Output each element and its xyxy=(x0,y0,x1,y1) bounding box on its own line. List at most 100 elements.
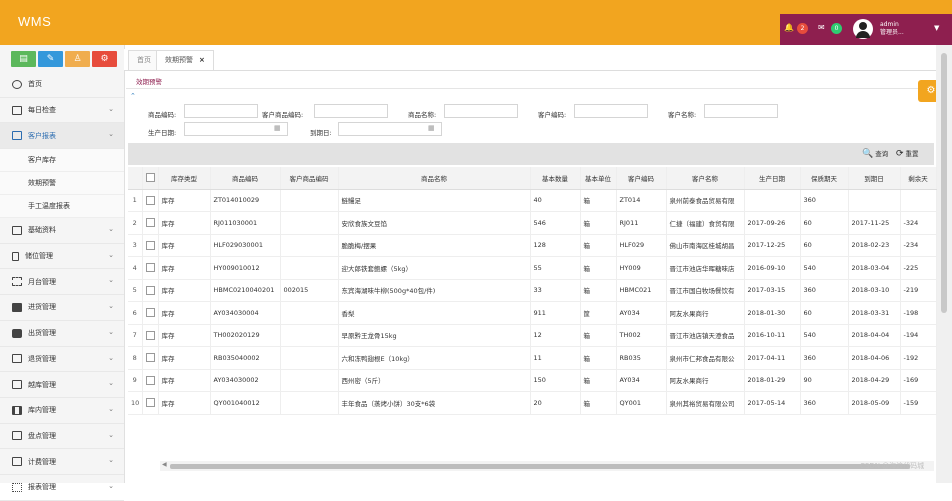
table-row[interactable]: 10 库存 QY001040012 丰年食品（蒸烤小饼）30支*6袋 20 箱 QY001 泉… xyxy=(128,391,937,415)
row-select[interactable] xyxy=(142,234,159,257)
scroll-left-icon[interactable]: ◀ xyxy=(162,461,167,468)
prod-date-input[interactable] xyxy=(184,122,288,136)
table-row[interactable]: 1 库存 ZT014010029 鲢鳗足 40 箱 ZT014 泉州前泰食品贸易有限 360 xyxy=(128,189,937,212)
row-checkbox[interactable] xyxy=(145,240,155,250)
col-header[interactable]: 基本单位 xyxy=(580,167,617,190)
col-header-select[interactable] xyxy=(142,167,159,190)
sidebar-item-daily-check[interactable]: 每日检查 ⌄ xyxy=(0,98,124,124)
col-header[interactable]: 基本数量 xyxy=(530,167,581,190)
goods-name-input[interactable] xyxy=(444,104,518,118)
messages-button[interactable]: ✉ 0 xyxy=(818,23,842,37)
sidebar-item-outbound[interactable]: 出货管理 ⌄ xyxy=(0,321,124,347)
select-all-checkbox[interactable] xyxy=(145,173,155,183)
table-row[interactable]: 2 库存 RJ011030001 安欣食族文豆馅 546 箱 RJ011 仁捷（福建）食贸有限… xyxy=(128,211,937,235)
expire-date-input[interactable] xyxy=(338,122,442,136)
table-row[interactable]: 3 库存 HLF029030001 脆脆梅/摆果 128 箱 HLF029 佛山市南海区桂城胡… xyxy=(128,234,937,257)
sidebar-item-crossdock[interactable]: 越库管理 ⌄ xyxy=(0,372,124,398)
watermark: CSDN @海浪代码城 xyxy=(860,462,925,470)
user-menu[interactable]: admin 管理员... xyxy=(880,21,904,37)
chevron-down-icon[interactable]: ▼ xyxy=(934,24,939,32)
row-checkbox[interactable] xyxy=(145,285,155,295)
sidebar-item-stocktake[interactable]: 盘点管理 ⌄ xyxy=(0,424,124,450)
horizontal-scrollbar[interactable]: ◀ xyxy=(160,461,934,471)
sidebar-item-basic-data[interactable]: 基础资料 ⌄ xyxy=(0,218,124,244)
user-role: 管理员... xyxy=(880,29,904,36)
users-shortcut-button[interactable]: ♙ xyxy=(65,51,90,67)
table-row[interactable]: 8 库存 RB035040002 六和冻鸭翅根E（10kg） 11 箱 RB035 泉州市仁邦… xyxy=(128,346,937,370)
sidebar-subitem-manual-temp-report[interactable]: 手工温度报表 xyxy=(0,195,124,219)
row-select[interactable] xyxy=(142,346,159,370)
row-select[interactable] xyxy=(142,279,159,302)
sidebar-menu: 首页 每日检查 ⌄ 客户报表 ⌄ 客户库存 效期预警 手工温度报表 基础资料 ⌄… xyxy=(0,72,124,501)
sidebar-subitem-customer-stock[interactable]: 客户库存 xyxy=(0,149,124,173)
cell: RB035040002 xyxy=(210,346,281,370)
cell: 佛山市南海区桂城胡昌 xyxy=(666,234,745,257)
col-header[interactable]: 剩余天 xyxy=(900,167,937,190)
row-select[interactable] xyxy=(142,211,159,235)
sidebar-item-location[interactable]: 储位管理 ⌄ xyxy=(0,244,124,270)
row-checkbox[interactable] xyxy=(145,263,155,273)
sidebar-item-customer-report[interactable]: 客户报表 ⌄ xyxy=(0,123,124,150)
table-row[interactable]: 7 库存 TH002020129 早原黔王龙骨15kg 12 箱 TH002 晋江市池店镇天澄… xyxy=(128,324,937,347)
row-checkbox[interactable] xyxy=(145,398,155,408)
row-select[interactable] xyxy=(142,324,159,347)
table-icon xyxy=(12,431,22,441)
chevron-down-icon: ⌄ xyxy=(108,225,114,234)
cust-goods-code-input[interactable] xyxy=(314,104,388,118)
cust-code-input[interactable] xyxy=(574,104,648,118)
row-select[interactable] xyxy=(142,391,159,415)
tab-expiry-warning[interactable]: 效期预警 × xyxy=(156,50,214,70)
col-header[interactable]: 商品编码 xyxy=(210,167,281,190)
table-row[interactable]: 9 库存 AY034030002 西州密（5斤） 150 箱 AY034 阿友水果商行 2018… xyxy=(128,369,937,392)
table-row[interactable]: 6 库存 AY034030004 香梨 911 筐 AY034 阿友水果商行 2018-01-3… xyxy=(128,301,937,325)
app-title[interactable]: WMS xyxy=(18,14,51,29)
col-header[interactable]: 客户名称 xyxy=(666,167,745,190)
row-select[interactable] xyxy=(142,301,159,325)
sidebar-item-dock[interactable]: 月台管理 ⌄ xyxy=(0,269,124,296)
sidebar-item-inventory[interactable]: 库内管理 ⌄ xyxy=(0,398,124,424)
col-header[interactable]: 客户编码 xyxy=(616,167,667,190)
row-checkbox[interactable] xyxy=(145,308,155,318)
scrollbar-thumb[interactable] xyxy=(941,53,947,313)
col-header[interactable]: 生产日期 xyxy=(744,167,801,190)
col-header[interactable]: 库存类型 xyxy=(158,167,211,190)
chevron-down-icon: ⌄ xyxy=(108,456,114,465)
col-header[interactable]: 保质期天 xyxy=(800,167,849,190)
col-header[interactable]: 商品名称 xyxy=(338,167,531,190)
sidebar-item-home[interactable]: 首页 xyxy=(0,72,124,98)
row-checkbox[interactable] xyxy=(145,330,155,340)
scrollbar-thumb[interactable] xyxy=(170,464,910,469)
sidebar-item-inbound[interactable]: 进货管理 ⌄ xyxy=(0,295,124,321)
avatar[interactable] xyxy=(853,19,873,39)
notifications-button[interactable]: 🔔 2 xyxy=(784,23,808,37)
cust-name-input[interactable] xyxy=(704,104,778,118)
col-header[interactable]: 到期日 xyxy=(848,167,901,190)
col-header[interactable]: 客户商品编码 xyxy=(280,167,339,190)
search-button[interactable]: 🔍 查询 xyxy=(862,147,888,161)
chart-shortcut-button[interactable]: ▤ xyxy=(11,51,36,67)
row-select[interactable] xyxy=(142,369,159,392)
pencil-shortcut-button[interactable]: ✎ xyxy=(38,51,63,67)
row-select[interactable] xyxy=(142,189,159,212)
sidebar-subitem-expiry-warning[interactable]: 效期预警 xyxy=(0,172,124,196)
cell xyxy=(280,346,339,370)
calendar-icon[interactable]: ▦ xyxy=(274,124,281,132)
reset-button[interactable]: ⟳ 重置 xyxy=(896,147,919,161)
row-checkbox[interactable] xyxy=(145,195,155,205)
table-row[interactable]: 4 库存 HY009010012 迎大郎铁套鲍螺（5kg） 55 箱 HY009 晋江市池店华… xyxy=(128,256,937,280)
row-select[interactable] xyxy=(142,256,159,280)
sidebar-item-reports[interactable]: 报表管理 ⌄ xyxy=(0,475,124,501)
table-row[interactable]: 5 库存 HBMC0210040201 002015 东宾海湖味牛柳(500g*40包/… xyxy=(128,279,937,302)
cell: 库存 xyxy=(158,369,211,392)
row-checkbox[interactable] xyxy=(145,375,155,385)
sidebar-item-billing[interactable]: 计费管理 ⌄ xyxy=(0,449,124,475)
sidebar-item-returns[interactable]: 退货管理 ⌄ xyxy=(0,347,124,373)
goods-code-input[interactable] xyxy=(184,104,258,118)
cogs-shortcut-button[interactable]: ⚙ xyxy=(92,51,117,67)
vertical-scrollbar[interactable] xyxy=(936,45,952,483)
collapse-icon[interactable]: ⌃ xyxy=(130,92,136,100)
row-checkbox[interactable] xyxy=(145,353,155,363)
calendar-icon[interactable]: ▦ xyxy=(428,124,435,132)
close-icon[interactable]: × xyxy=(199,56,205,64)
row-checkbox[interactable] xyxy=(145,218,155,228)
